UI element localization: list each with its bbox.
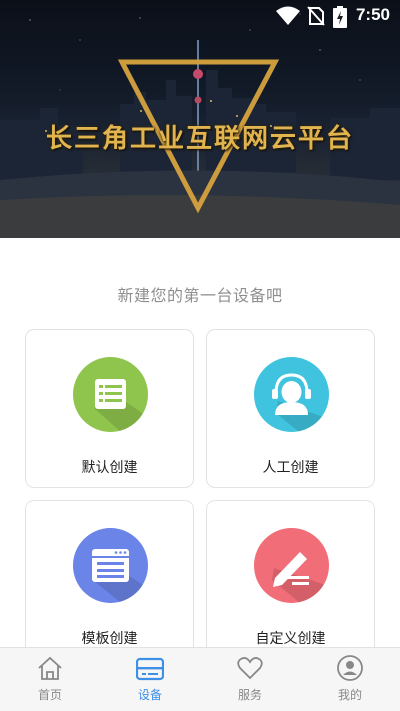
status-time: 7:50 xyxy=(355,5,390,24)
bottom-tab-bar: 首页 设备 服务 我的 xyxy=(0,647,400,711)
status-bar: 7:50 xyxy=(0,0,400,32)
tab-device-label: 设备 xyxy=(137,688,162,702)
template-create-card[interactable]: 模板创建 xyxy=(25,500,194,659)
manual-create-card[interactable]: 人工创建 xyxy=(206,329,375,488)
tab-service[interactable]: 服务 xyxy=(200,648,300,711)
tab-home-label: 首页 xyxy=(37,688,62,702)
device-icon xyxy=(136,657,164,681)
template-create-label: 模板创建 xyxy=(81,630,138,646)
battery-charging-icon xyxy=(333,6,347,28)
banner-image: 长三角工业互联网云平台 xyxy=(0,0,400,238)
custom-create-card[interactable]: 自定义创建 xyxy=(206,500,375,659)
manual-create-label: 人工创建 xyxy=(262,459,319,475)
tab-device[interactable]: 设备 xyxy=(100,648,200,711)
custom-create-label: 自定义创建 xyxy=(255,630,326,646)
tab-service-label: 服务 xyxy=(237,688,262,702)
wifi-icon xyxy=(276,6,300,25)
pencil-edit-icon xyxy=(254,528,329,603)
user-profile-icon xyxy=(337,655,363,681)
create-device-prompt: 新建您的第一台设备吧 xyxy=(117,288,283,305)
tab-home[interactable]: 首页 xyxy=(0,648,100,711)
tab-mine-label: 我的 xyxy=(337,688,362,702)
tab-mine[interactable]: 我的 xyxy=(300,648,400,711)
app-screen: 长三角工业互联网云平台 7:50 新建您的第一台设备吧 默认创建 人工创建 模板… xyxy=(0,0,400,711)
banner-title: 长三角工业互联网云平台 xyxy=(45,124,354,154)
heart-icon xyxy=(237,657,263,680)
home-icon xyxy=(38,656,62,680)
list-document-icon xyxy=(73,357,148,432)
no-sim-icon xyxy=(307,6,325,26)
template-window-icon xyxy=(73,528,148,603)
customer-service-icon xyxy=(254,357,329,432)
default-create-label: 默认创建 xyxy=(81,459,138,475)
default-create-card[interactable]: 默认创建 xyxy=(25,329,194,488)
